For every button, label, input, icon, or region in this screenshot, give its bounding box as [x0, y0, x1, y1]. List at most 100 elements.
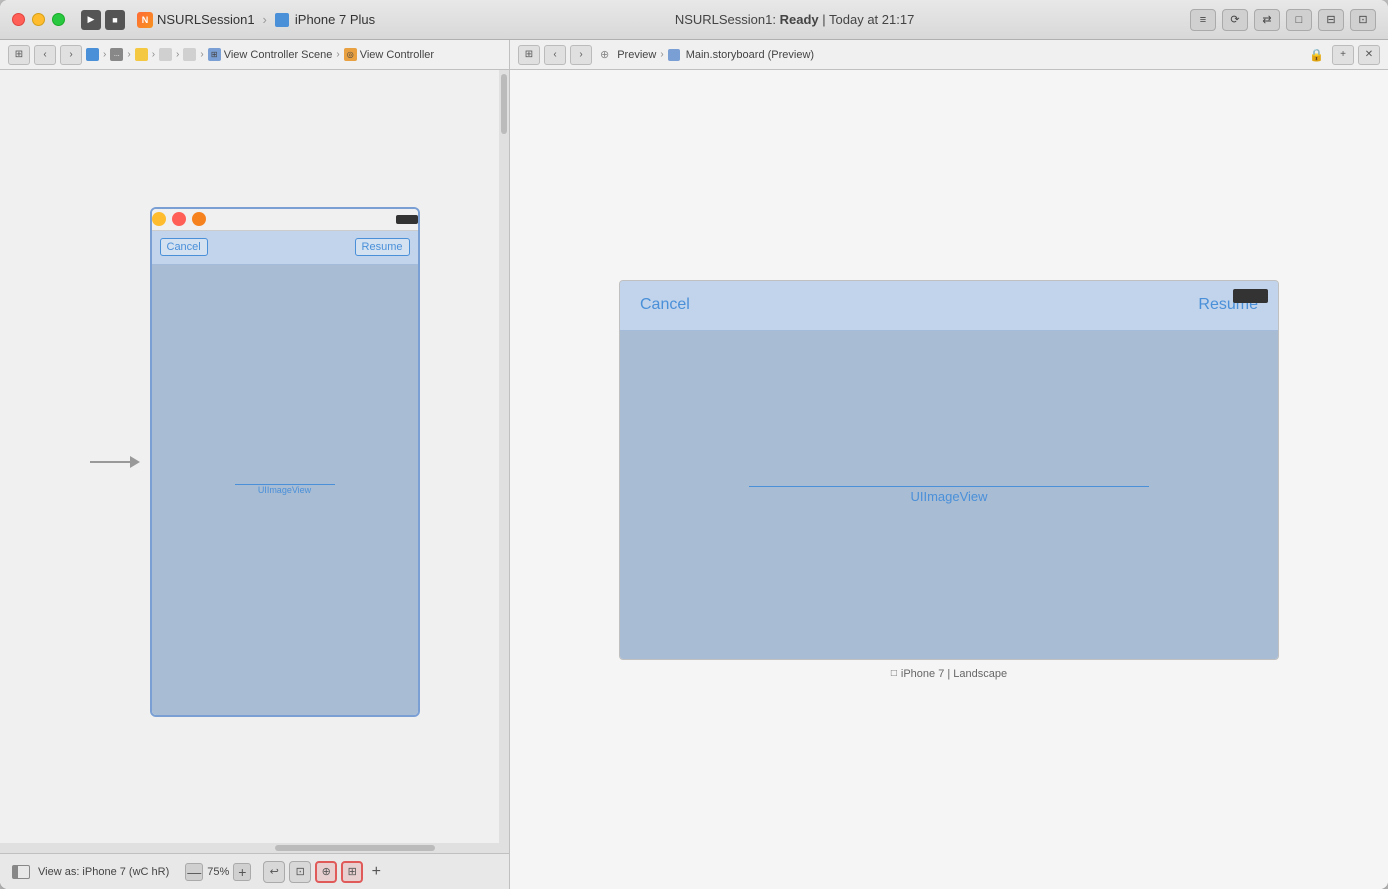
iphone-header	[152, 209, 418, 231]
main-area: ⊞ ‹ › › ... › › ›	[0, 40, 1388, 889]
canvas-area: Cancel Resume UIImageView	[0, 70, 509, 853]
preview-nav-bar: Cancel Resume	[620, 281, 1278, 331]
preview-globe-icon: ⊕	[600, 48, 609, 61]
titlebar-controls: ≡ ⟳ ⇄ □ ⊟ ⊡	[1190, 9, 1376, 31]
bottom-left-controls: View as: iPhone 7 (wC hR) — 75% +	[12, 863, 251, 881]
left-navbar: ⊞ ‹ › › ... › › ›	[0, 40, 509, 70]
navigator-button[interactable]: ⊡	[1350, 9, 1376, 31]
minimize-button[interactable]	[32, 13, 45, 26]
uiimageview-label: UIImageView	[235, 484, 335, 495]
back-forward-button[interactable]: ⇄	[1254, 9, 1280, 31]
vertical-scrollbar-thumb[interactable]	[501, 74, 507, 134]
preview-mockup: Cancel Resume UIImageView	[619, 280, 1279, 660]
file-icon-2	[183, 48, 196, 61]
status-prefix: NSURLSession1:	[675, 12, 780, 27]
sim-yellow	[152, 212, 166, 226]
entry-arrow	[90, 456, 140, 468]
breadcrumb-storyboard[interactable]: ⊞ View Controller Scene	[208, 48, 333, 61]
right-breadcrumb-preview[interactable]: Preview	[617, 49, 656, 61]
iphone-screen: Cancel Resume UIImageView	[152, 231, 418, 715]
breadcrumb-vc[interactable]: ◎ View Controller	[344, 48, 434, 61]
breadcrumb-file-2[interactable]	[183, 48, 196, 61]
resume-button-mockup[interactable]: Resume	[355, 238, 410, 256]
zoom-out-button[interactable]: —	[185, 863, 203, 881]
preview-area: Cancel Resume UIImageView	[510, 70, 1388, 889]
iphone-content: UIImageView	[152, 265, 418, 715]
editor-layout-button[interactable]: ≡	[1190, 9, 1216, 31]
storyboard-preview-label: Main.storyboard (Preview)	[686, 49, 814, 61]
right-navbar: ⊞ ‹ › ⊕ Preview › Main.storyboard (Previ…	[510, 40, 1388, 70]
grid-view-button[interactable]: ⊞	[8, 45, 30, 65]
sidebar-left-portion	[13, 866, 18, 878]
sidebar-toggle[interactable]	[12, 865, 30, 879]
status-bar: NSURLSession1: Ready | Today at 21:17	[399, 12, 1190, 27]
preview-device-label: □ iPhone 7 | Landscape	[891, 668, 1007, 680]
preview-label: Preview	[617, 49, 656, 61]
preview-container: Cancel Resume UIImageView	[619, 280, 1279, 680]
titlebar: N NSURLSession1 › iPhone 7 Plus NSURLSes…	[0, 0, 1388, 40]
project-info: N NSURLSession1 › iPhone 7 Plus	[137, 12, 375, 28]
run-button[interactable]	[81, 10, 101, 30]
horizontal-scrollbar[interactable]	[0, 843, 509, 853]
status-ready: Ready	[780, 12, 819, 27]
vertical-scrollbar[interactable]	[499, 70, 509, 853]
back-button[interactable]: ‹	[34, 45, 56, 65]
stop-button[interactable]	[105, 10, 125, 30]
breadcrumb-file-icon[interactable]	[86, 48, 99, 61]
preview-content: UIImageView	[620, 331, 1278, 659]
breadcrumb-folder[interactable]	[135, 48, 148, 61]
main-window: N NSURLSession1 › iPhone 7 Plus NSURLSes…	[0, 0, 1388, 889]
bottom-tools: ↩ ⊡ ⊕ ⊞ +	[263, 861, 385, 883]
uiimageview-text: UIImageView	[258, 485, 311, 495]
device-label-text: iPhone 7 | Landscape	[901, 668, 1007, 680]
preview-screen: Cancel Resume UIImageView	[620, 281, 1278, 659]
breadcrumb-sep-3: ›	[152, 49, 155, 60]
lock-icon: 🔒	[1309, 48, 1324, 62]
arrow-line	[90, 461, 130, 463]
cancel-button-mockup[interactable]: Cancel	[160, 238, 208, 256]
right-back-button[interactable]: ‹	[544, 45, 566, 65]
zoom-level: 75%	[207, 866, 229, 878]
preview-battery	[1233, 289, 1268, 303]
bottom-bar: View as: iPhone 7 (wC hR) — 75% + ↩ ⊡ ⊕ …	[0, 853, 509, 889]
single-pane-button[interactable]: □	[1286, 9, 1312, 31]
add-button[interactable]: +	[367, 863, 385, 881]
tool-button-1[interactable]: ⊡	[289, 861, 311, 883]
breadcrumb-dots[interactable]: ...	[110, 48, 123, 61]
battery-indicator-small	[396, 215, 418, 224]
preview-cancel-button[interactable]: Cancel	[640, 296, 690, 314]
breadcrumb-sep-2: ›	[127, 49, 130, 60]
refresh-button[interactable]: ⟳	[1222, 9, 1248, 31]
tool-button-2[interactable]: ⊕	[315, 861, 337, 883]
iphone-mockup[interactable]: Cancel Resume UIImageView	[150, 207, 420, 717]
forward-button[interactable]: ›	[60, 45, 82, 65]
horizontal-scrollbar-thumb[interactable]	[275, 845, 435, 851]
right-breadcrumb-file[interactable]: Main.storyboard (Preview)	[668, 49, 814, 61]
storyboard-file-icon	[668, 49, 680, 61]
view-as-label: View as: iPhone 7 (wC hR)	[38, 866, 169, 878]
preview-uiimageview-line	[749, 486, 1149, 487]
tool-button-3[interactable]: ⊞	[341, 861, 363, 883]
breadcrumb-sep-4: ›	[176, 49, 179, 60]
split-pane-button[interactable]: ⊟	[1318, 9, 1344, 31]
breadcrumb-file-1[interactable]	[159, 48, 172, 61]
traffic-lights	[12, 13, 65, 26]
arrow-head	[130, 456, 140, 468]
storyboard-container: Cancel Resume UIImageView	[90, 207, 420, 717]
breadcrumb-vc-label: View Controller	[360, 49, 434, 61]
zoom-controls: — 75% +	[185, 863, 251, 881]
status-time: Today at 21:17	[829, 12, 914, 27]
sim-red	[172, 212, 186, 226]
iphone-nav-bar: Cancel Resume	[152, 231, 418, 265]
right-grid-button[interactable]: ⊞	[518, 45, 540, 65]
preview-uiimageview-label: UIImageView	[910, 489, 987, 504]
maximize-button[interactable]	[52, 13, 65, 26]
zoom-in-button[interactable]: +	[233, 863, 251, 881]
undo-button[interactable]: ↩	[263, 861, 285, 883]
close-button[interactable]	[12, 13, 25, 26]
right-close-button[interactable]: ✕	[1358, 45, 1380, 65]
right-forward-button[interactable]: ›	[570, 45, 592, 65]
right-add-button[interactable]: +	[1332, 45, 1354, 65]
device-icon	[275, 13, 289, 27]
device-name: iPhone 7 Plus	[295, 12, 375, 27]
